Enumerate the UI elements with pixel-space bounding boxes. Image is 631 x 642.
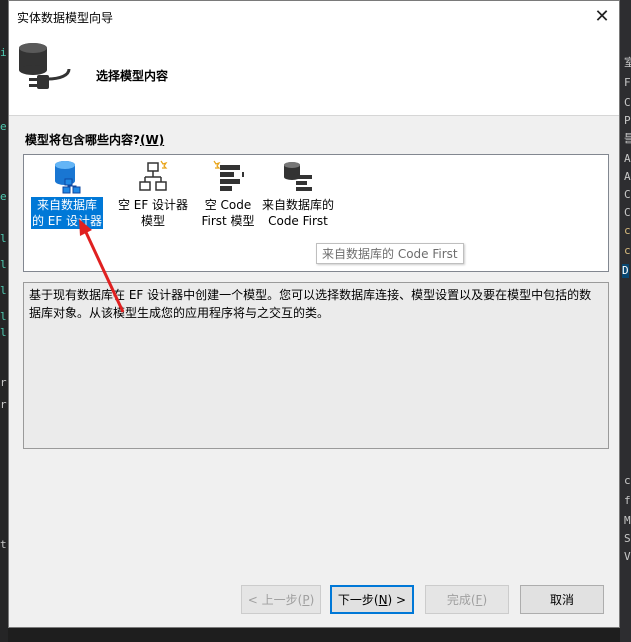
list-item-ef-designer-from-database[interactable]: 来自数据库 的 EF 设计器: [27, 159, 107, 229]
wizard-header: 选择模型内容: [9, 31, 619, 116]
title-bar: 实体数据模型向导 ✕: [9, 1, 619, 31]
back-button[interactable]: < 上一步(P): [241, 585, 321, 614]
item-label: 来自数据库 的 EF 设计器: [30, 197, 104, 229]
ide-background-right: 室 F C P 틀 A A C C c c D c f M S V: [620, 0, 631, 642]
page-title: 选择模型内容: [96, 69, 169, 83]
question-accelerator: (W): [139, 133, 165, 147]
item-label: 来自数据库的 Code First: [261, 198, 334, 228]
database-connection-icon: [19, 43, 71, 89]
item-tooltip: 来自数据库的 Code First: [316, 243, 464, 264]
description-box: 基于现有数据库在 EF 设计器中创建一个模型。您可以选择数据库连接、模型设置以及…: [23, 282, 609, 449]
window-title: 实体数据模型向导: [17, 11, 114, 25]
item-label: 空 EF 设计器 模型: [117, 198, 189, 228]
next-button-label: 下一步(: [337, 593, 379, 607]
finish-button-tail: ): [482, 592, 488, 607]
next-button-accel: N: [378, 592, 388, 607]
empty-codefirst-icon: [213, 160, 244, 191]
finish-button[interactable]: 完成(F): [425, 585, 509, 614]
cancel-button[interactable]: 取消: [520, 585, 604, 614]
finish-button-accel: F: [475, 592, 483, 607]
cancel-button-label: 取消: [549, 593, 574, 607]
back-button-label: < 上一步(: [247, 593, 303, 607]
database-codefirst-icon: [284, 162, 312, 191]
ide-background-left: i e e l l l l l r r t: [0, 0, 8, 642]
list-item-code-first-from-database[interactable]: 来自数据库的 Code First: [250, 159, 346, 229]
item-label: 空 Code First 模型: [201, 198, 255, 228]
close-icon[interactable]: ✕: [591, 5, 613, 27]
next-button[interactable]: 下一步(N) >: [330, 585, 414, 614]
back-button-accel: P: [302, 592, 310, 607]
list-item-empty-ef-designer-model[interactable]: 空 EF 设计器 模型: [113, 159, 193, 229]
finish-button-label: 完成(: [446, 593, 476, 607]
database-designer-icon: [55, 161, 81, 194]
back-button-tail: ): [309, 592, 315, 607]
question-text: 模型将包含哪些内容?: [25, 133, 140, 147]
empty-designer-icon: [139, 160, 168, 191]
model-content-list[interactable]: 来自数据库 的 EF 设计器 空 EF 设计器 模型 空 Code First: [23, 154, 609, 272]
next-button-tail: ) >: [387, 592, 407, 607]
content-question-label: 模型将包含哪些内容?(W): [25, 131, 164, 148]
entity-data-model-wizard: 实体数据模型向导 ✕ 选择模型内容 模型将包含哪些内容?(W) 来自数据库 的 …: [8, 0, 620, 628]
